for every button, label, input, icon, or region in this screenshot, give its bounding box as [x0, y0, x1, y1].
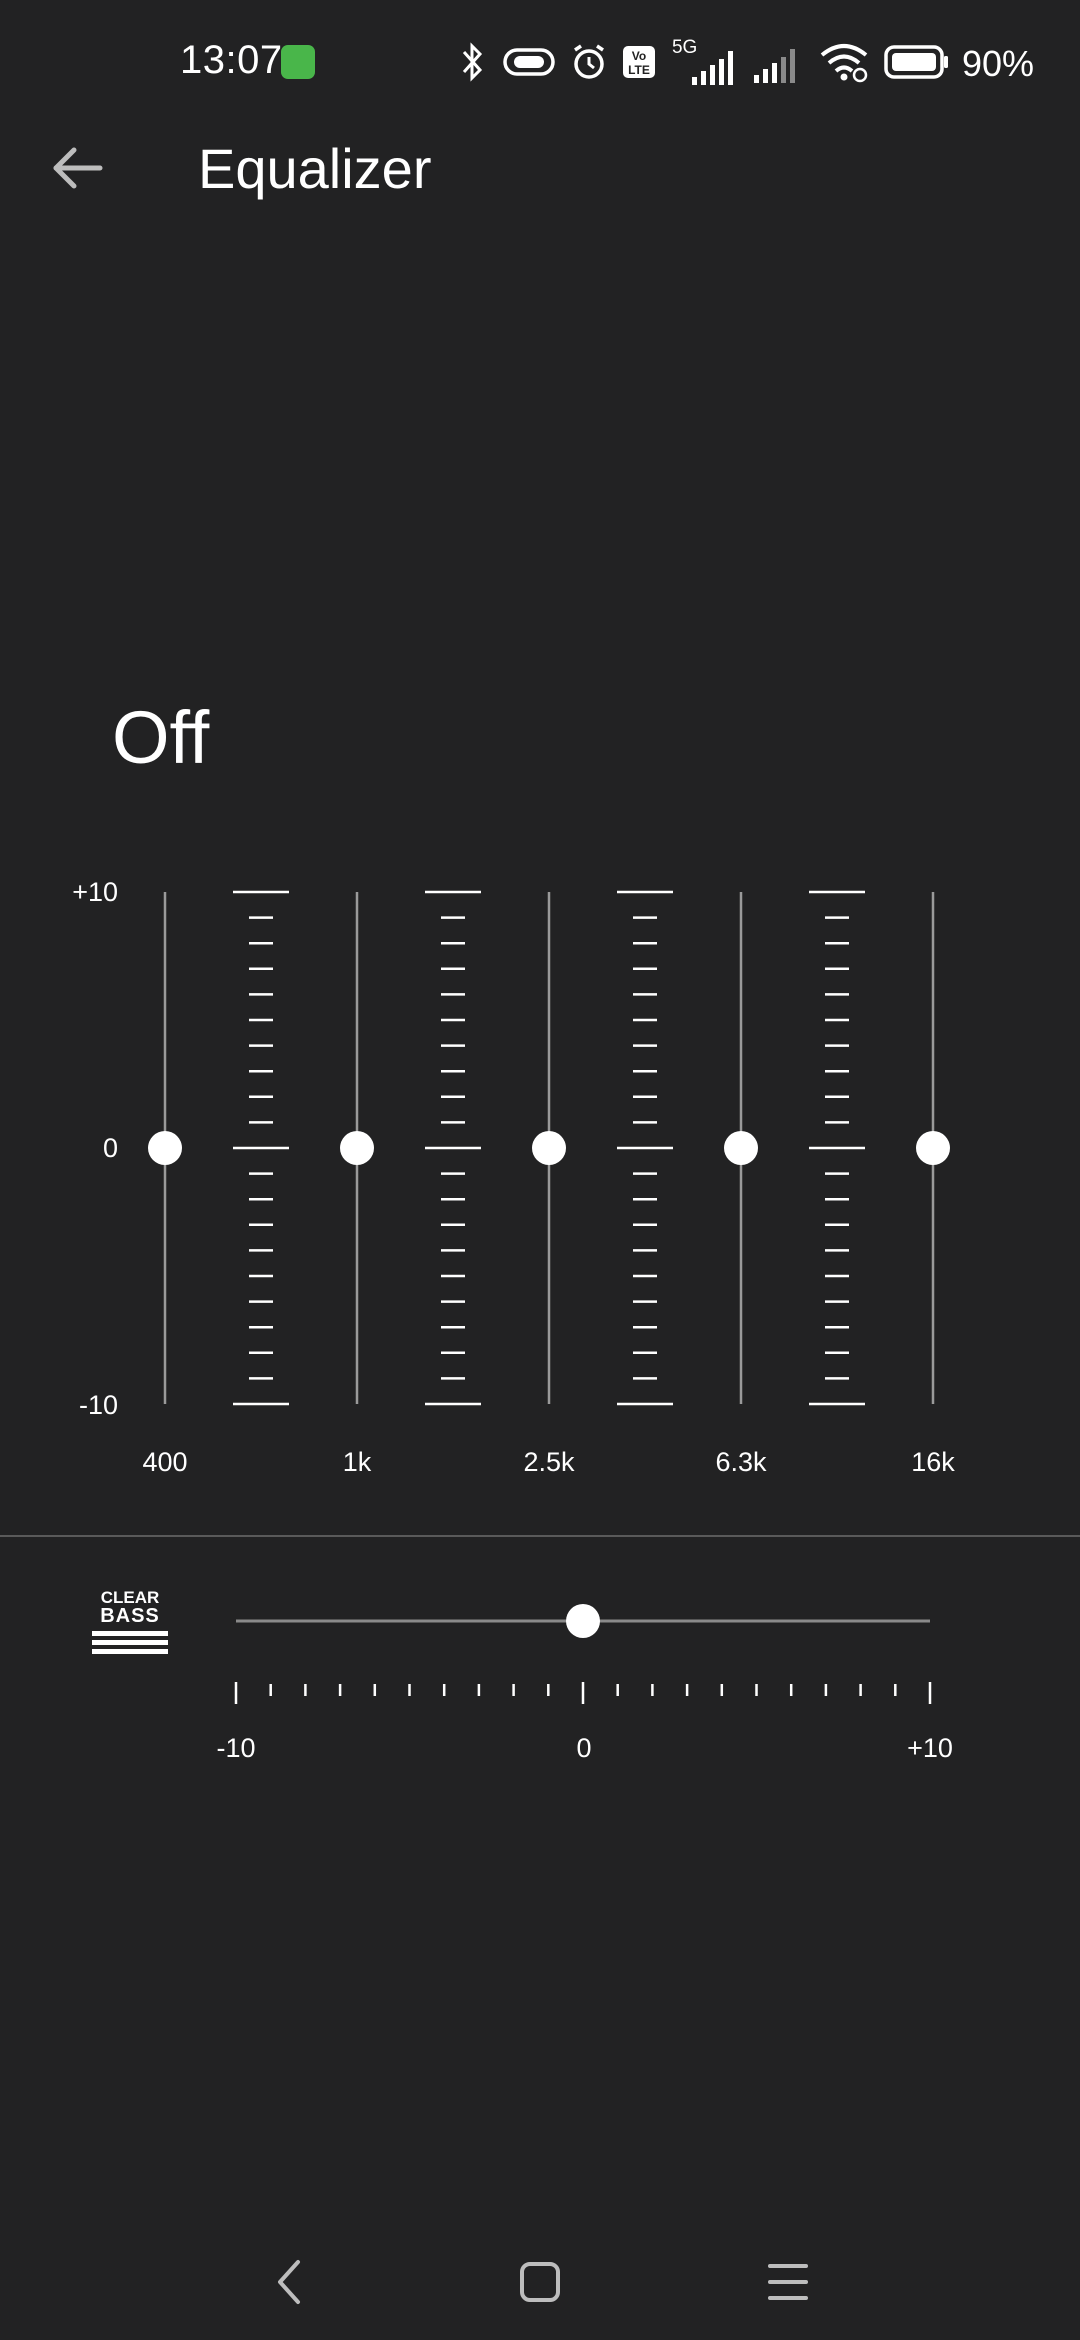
- clear-bass-max-label: +10: [907, 1733, 953, 1763]
- svg-text:Vo: Vo: [632, 49, 646, 63]
- eq-band-label: 2.5k: [523, 1447, 575, 1477]
- status-icons: Vo LTE 5G 90%: [444, 36, 1034, 92]
- back-chevron-icon: [278, 2260, 300, 2304]
- menu-lines-icon: [768, 2264, 808, 2300]
- nav-home-button[interactable]: [500, 2242, 580, 2322]
- clear-bass-logo: CLEAR BASS: [90, 1588, 170, 1658]
- status-bar: 13:07 Vo LTE 5G 90%: [0, 0, 1080, 125]
- clear-bass-min-label: -10: [216, 1733, 256, 1763]
- nav-back-button[interactable]: [250, 2242, 330, 2322]
- page-title: Equalizer: [198, 137, 432, 200]
- clear-bass-logo-line2: BASS: [100, 1605, 160, 1627]
- battery-percent: 90%: [961, 43, 1034, 84]
- divider: [0, 1535, 1080, 1537]
- eq-band-label: 6.3k: [715, 1447, 767, 1477]
- battery-icon: [884, 43, 950, 86]
- status-time: 13:07: [180, 38, 283, 82]
- home-square-icon: [520, 2262, 560, 2302]
- equalizer-panel: +10 0 -10 400 1k 2.5k 6.3k 16k: [0, 860, 1080, 1520]
- eq-band-label: 400: [142, 1447, 188, 1477]
- green-app-icon: [281, 45, 315, 79]
- signal-icon: [752, 39, 804, 90]
- wifi-icon: [818, 41, 870, 88]
- clear-bass-knob[interactable]: [566, 1604, 600, 1638]
- eq-band-knob[interactable]: [148, 1131, 182, 1165]
- volte-icon: Vo LTE: [622, 45, 656, 84]
- arrow-left-icon: [53, 147, 103, 189]
- logo-bar: [92, 1649, 168, 1654]
- logo-bar: [92, 1631, 168, 1636]
- eq-band-label: 16k: [911, 1447, 955, 1477]
- signal-5g-icon: 5G: [670, 37, 738, 87]
- eq-band-knob[interactable]: [724, 1131, 758, 1165]
- logo-bar: [92, 1640, 168, 1645]
- eq-band-label: 1k: [342, 1447, 372, 1477]
- preset-selector[interactable]: Off: [112, 695, 209, 780]
- bluetooth-icon: [458, 41, 488, 87]
- eq-band-knob[interactable]: [916, 1131, 950, 1165]
- clear-bass-slider[interactable]: [200, 1590, 980, 1740]
- eq-band-knob[interactable]: [340, 1131, 374, 1165]
- alarm-icon: [570, 42, 608, 87]
- svg-text:LTE: LTE: [628, 63, 650, 77]
- eq-band-knob[interactable]: [532, 1131, 566, 1165]
- clear-bass-mid-label: 0: [576, 1733, 592, 1763]
- link-pill-icon: [502, 42, 556, 87]
- eq-sliders[interactable]: [0, 860, 1080, 1440]
- navigation-bar: [0, 2220, 1080, 2340]
- back-button[interactable]: [40, 128, 120, 208]
- nav-recents-button[interactable]: [748, 2242, 828, 2322]
